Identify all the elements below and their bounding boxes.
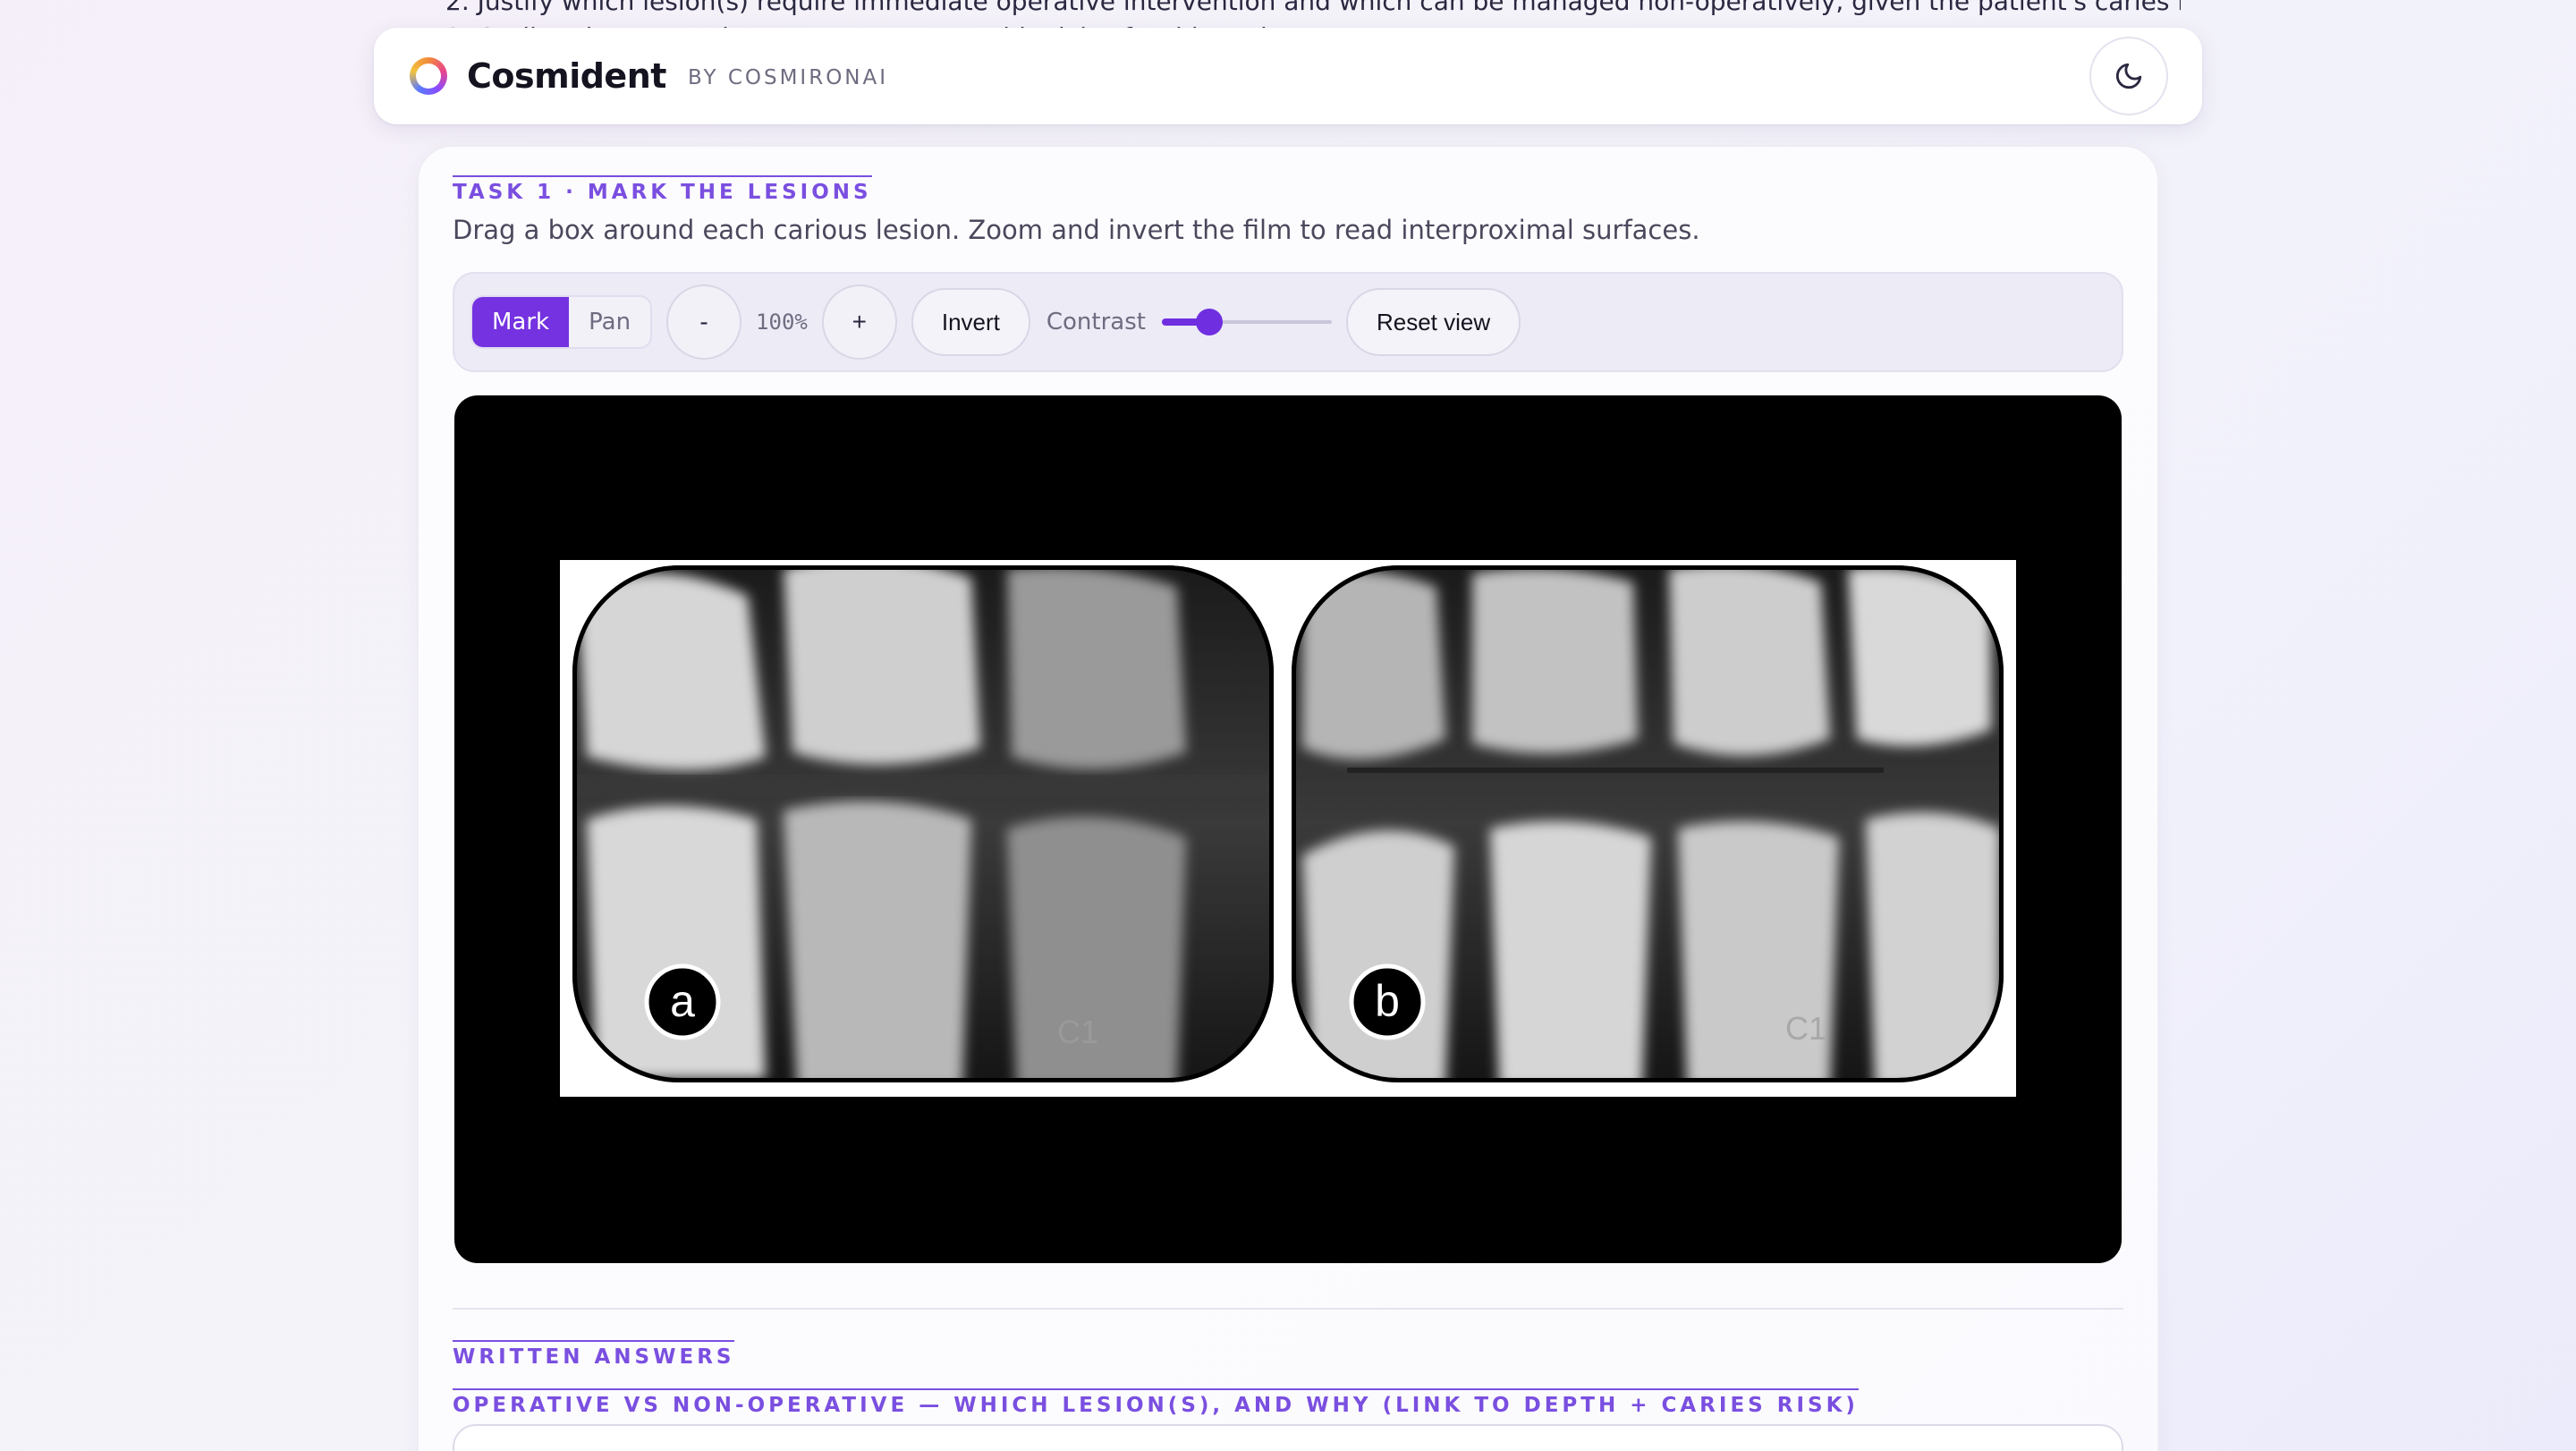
instruction-line: 2. Justify which lesion(s) require immed…: [445, 0, 2181, 16]
zoom-out-button[interactable]: -: [666, 284, 742, 360]
radiograph-viewer[interactable]: a b C1 C1: [454, 395, 2122, 1263]
brand-byline: BY COSMIRONAI: [687, 66, 889, 89]
contrast-slider[interactable]: [1161, 304, 1332, 340]
pan-mode-button[interactable]: Pan: [569, 297, 650, 347]
bitewing-radiograph: a b C1 C1: [572, 565, 2004, 1082]
panel-b-marker: C1: [1785, 1010, 1826, 1047]
mode-toggle: Mark Pan: [470, 295, 653, 349]
moon-icon: [2115, 63, 2142, 89]
answers-label: WRITTEN ANSWERS: [453, 1340, 735, 1369]
mark-mode-button[interactable]: Mark: [472, 297, 570, 347]
question-label: OPERATIVE VS NON-OPERATIVE — WHICH LESIO…: [453, 1388, 1859, 1417]
panel-b-label: b: [1375, 976, 1400, 1026]
answer-textarea[interactable]: [453, 1424, 2123, 1451]
panel-a-marker: C1: [1057, 1014, 1098, 1050]
radiograph-film[interactable]: a b C1 C1: [560, 560, 2016, 1097]
app-header: Cosmident BY COSMIRONAI: [374, 28, 2202, 124]
task-label: TASK 1 · MARK THE LESIONS: [453, 175, 872, 204]
viewer-toolbar: Mark Pan - 100% + Invert Contrast Reset …: [453, 272, 2123, 372]
zoom-in-button[interactable]: +: [821, 284, 897, 360]
zoom-level: 100%: [756, 310, 808, 335]
theme-toggle-button[interactable]: [2089, 37, 2168, 115]
invert-button[interactable]: Invert: [911, 288, 1030, 356]
brand-name: Cosmident: [467, 56, 666, 96]
contrast-thumb[interactable]: [1196, 309, 1224, 335]
panel-a-label: a: [670, 976, 695, 1026]
task-description: Drag a box around each carious lesion. Z…: [453, 215, 1700, 245]
section-divider: [453, 1308, 2123, 1310]
reset-view-button[interactable]: Reset view: [1345, 288, 1521, 356]
contrast-label: Contrast: [1046, 309, 1146, 335]
logo-icon: [410, 57, 447, 95]
